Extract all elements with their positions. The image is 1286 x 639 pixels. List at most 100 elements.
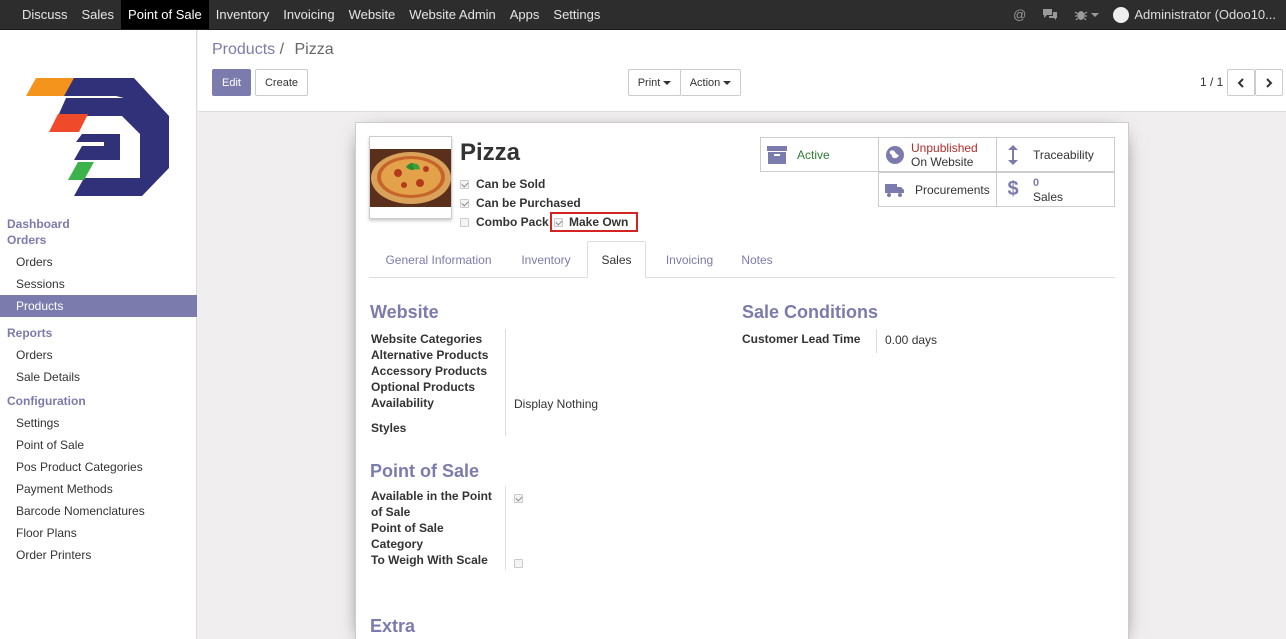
tab-sales[interactable]: Sales [587,241,646,278]
sidebar-item-order-printers[interactable]: Order Printers [0,544,197,566]
user-name: Administrator (Odoo10... [1134,7,1276,22]
archive-icon [761,145,793,165]
active-button[interactable]: Active [760,137,879,172]
sidebar-header-dashboard[interactable]: Dashboard [0,216,197,232]
sidebar-item-sale-details[interactable]: Sale Details [0,366,197,388]
breadcrumb: Products / Pizza [212,41,334,59]
sidebar-item-orders[interactable]: Orders [0,251,197,273]
pos-category-label: Point of Sale Category [371,520,444,552]
bug-icon[interactable] [1074,8,1100,21]
extra-section-title: Extra [370,616,416,636]
availability-label: Availability [371,396,434,410]
menu-discuss[interactable]: Discuss [15,0,75,29]
print-label: Print [637,76,661,89]
available-in-pos-checkbox[interactable] [514,494,523,503]
dollar-icon: $ [1007,178,1019,200]
website-publish-button[interactable]: Unpublished On Website [878,137,997,172]
breadcrumb-separator: / [279,41,285,58]
action-label: Action [689,76,721,89]
create-button[interactable]: Create [255,69,308,96]
sidebar-item-point-of-sale[interactable]: Point of Sale [0,434,197,456]
top-navbar: Discuss Sales Point of Sale Inventory In… [0,0,1286,30]
sidebar-item-floor-plans[interactable]: Floor Plans [0,522,197,544]
sidebar-header-reports[interactable]: Reports [0,325,197,341]
menu-website-admin[interactable]: Website Admin [402,0,502,29]
sales-count: 0 [1033,176,1040,189]
pos-category-label-line1: Point of Sale [371,521,444,535]
form-sheet: Pizza Can be Sold Can be Purchased Combo… [355,122,1129,639]
procurements-button[interactable]: Procurements [878,172,997,207]
field-divider [505,486,506,570]
on-website-label: On Website [911,154,974,169]
user-menu[interactable]: Administrator (Odoo10... [1113,6,1276,23]
customer-lead-time-value[interactable]: 0.00 days [885,333,937,347]
systray: @ Administrator (Odoo10... [1005,0,1286,29]
sidebar-header-configuration[interactable]: Configuration [0,393,197,409]
can-be-sold-checkbox[interactable] [460,179,469,189]
website-categories-label: Website Categories [371,332,483,346]
globe-icon [879,145,911,165]
sidebar-header-orders[interactable]: Orders [0,232,197,248]
pos-category-label-line2: Category [371,537,424,551]
sidebar-item-report-orders[interactable]: Orders [0,344,197,366]
pager-previous-button[interactable] [1227,69,1255,96]
menu-apps[interactable]: Apps [503,0,547,29]
unpublished-label: Unpublished [911,140,978,155]
can-be-sold-row: Can be Sold [460,177,545,191]
can-be-purchased-row: Can be Purchased [460,196,581,210]
sale-conditions-title: Sale Conditions [742,302,879,322]
menu-website[interactable]: Website [342,0,403,29]
menu-invoicing[interactable]: Invoicing [276,0,341,29]
company-logo [26,78,169,196]
action-dropdown[interactable]: Action [680,69,741,96]
pager-value: 1 / 1 [1200,75,1224,89]
can-be-purchased-checkbox[interactable] [460,198,469,208]
pager-next-button[interactable] [1255,69,1283,96]
active-label: Active [797,147,830,162]
chevron-left-icon [1237,77,1244,88]
breadcrumb-products[interactable]: Products [212,41,275,58]
breadcrumb-current: Pizza [294,41,334,58]
pizza-image [370,137,451,218]
sidebar-item-pos-product-categories[interactable]: Pos Product Categories [0,456,197,478]
tab-general-information[interactable]: General Information [373,241,504,278]
chat-icon[interactable] [1042,8,1058,21]
menu-inventory[interactable]: Inventory [209,0,276,29]
pos-section-title: Point of Sale [370,461,480,481]
make-own-checkbox[interactable] [554,217,563,227]
caret-down-icon [663,80,672,85]
sidebar-item-payment-methods[interactable]: Payment Methods [0,478,197,500]
product-image[interactable] [369,136,452,219]
styles-label: Styles [371,421,407,435]
optional-products-label: Optional Products [371,380,476,394]
notebook-tabs: General Information Inventory Sales Invo… [369,241,1115,278]
sidebar-item-products[interactable]: Products [0,295,197,317]
at-icon[interactable]: @ [1013,7,1026,22]
sales-button[interactable]: $ 0 Sales [996,172,1115,207]
sidebar-item-sessions[interactable]: Sessions [0,273,197,295]
menu-point-of-sale[interactable]: Point of Sale [121,0,209,29]
print-dropdown[interactable]: Print [628,69,681,96]
combo-pack-row: Combo Pack [460,215,549,229]
tab-invoicing[interactable]: Invoicing [649,241,730,278]
edit-button[interactable]: Edit [212,69,251,96]
sidebar-item-settings[interactable]: Settings [0,412,197,434]
can-be-purchased-label: Can be Purchased [476,196,581,210]
menu-settings[interactable]: Settings [546,0,607,29]
tab-inventory[interactable]: Inventory [506,241,586,278]
sidebar-item-barcode-nomenclatures[interactable]: Barcode Nomenclatures [0,500,197,522]
field-divider [505,329,506,436]
make-own-row: Make Own [554,215,628,229]
to-weigh-with-scale-checkbox[interactable] [514,559,523,568]
arrows-vertical-icon [997,144,1029,166]
combo-pack-checkbox[interactable] [460,217,469,227]
traceability-button[interactable]: Traceability [996,137,1115,172]
caret-down-icon [723,80,732,85]
tab-notes[interactable]: Notes [732,241,782,278]
field-divider [876,329,877,353]
make-own-label: Make Own [569,215,629,229]
website-section-title: Website [370,302,439,322]
product-name: Pizza [460,139,521,166]
availability-value[interactable]: Display Nothing [514,397,598,411]
menu-sales[interactable]: Sales [75,0,122,29]
